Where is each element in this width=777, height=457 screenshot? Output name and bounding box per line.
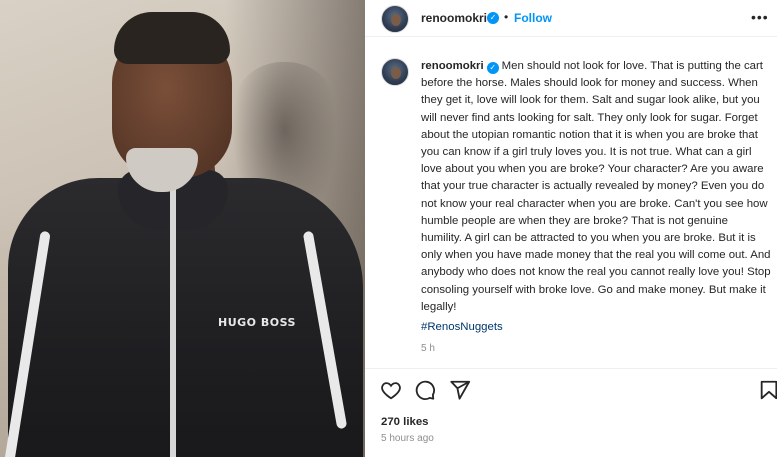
verified-badge-icon: ✓ — [487, 12, 499, 24]
verified-badge-icon: ✓ — [486, 62, 499, 74]
caption-body: Men should not look for love. That is pu… — [421, 60, 771, 313]
likes-count[interactable]: 270 likes — [381, 416, 429, 428]
share-icon[interactable] — [449, 379, 473, 403]
bookmark-icon[interactable] — [758, 379, 777, 403]
more-options-icon[interactable]: ••• — [751, 9, 769, 25]
action-bar: 270 likes 5 hours ago — [365, 368, 777, 457]
post-header: renoomokri ✓ • Follow ••• — [365, 0, 777, 37]
post-photo[interactable]: HUGO BOSS — [0, 0, 365, 457]
caption-avatar[interactable] — [381, 58, 409, 86]
header-separator: • — [504, 10, 509, 24]
comment-icon[interactable] — [414, 379, 438, 403]
heart-icon[interactable] — [380, 379, 404, 403]
photo-hair — [114, 12, 230, 64]
caption-text: renoomokri ✓ Men should not look for love.… — [421, 58, 771, 316]
hashtag-link[interactable]: #RenosNuggets — [421, 321, 503, 333]
post-panel: renoomokri ✓ • Follow ••• renoomokri ✓ Men… — [365, 0, 777, 457]
caption-time: 5 h — [421, 343, 435, 354]
caption-section: renoomokri ✓ Men should not look for love.… — [365, 38, 777, 368]
caption-username[interactable]: renoomokri — [421, 60, 484, 72]
header-username[interactable]: renoomokri — [421, 11, 487, 25]
photo-brand-logo: HUGO BOSS — [218, 316, 296, 329]
photo-zipper — [170, 188, 176, 457]
post-timestamp: 5 hours ago — [381, 433, 434, 444]
follow-button[interactable]: Follow — [514, 11, 552, 25]
avatar[interactable] — [381, 5, 409, 33]
